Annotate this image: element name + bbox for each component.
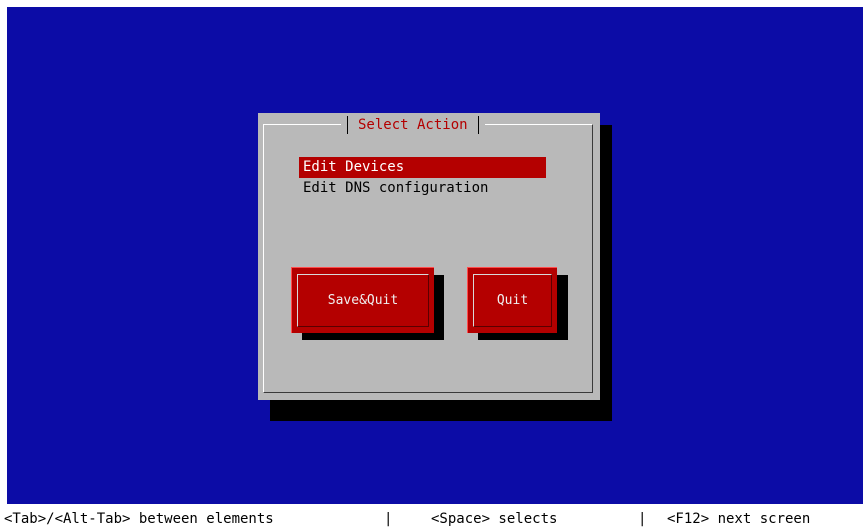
title-right-tick — [477, 116, 479, 134]
list-item-edit-devices[interactable]: Edit Devices — [299, 157, 546, 178]
status-space-hint: <Space> selects — [431, 511, 558, 527]
select-action-dialog: Select Action Edit Devices Edit DNS conf… — [258, 113, 600, 400]
list-item-edit-dns[interactable]: Edit DNS configuration — [299, 178, 546, 199]
save-quit-button-label: Save&Quit — [327, 293, 399, 308]
action-list[interactable]: Edit Devices Edit DNS configuration — [299, 157, 546, 199]
dialog-title: Select Action — [358, 117, 468, 133]
status-tab-hint: <Tab>/<Alt-Tab> between elements — [4, 511, 274, 527]
quit-button-label: Quit — [496, 293, 529, 308]
status-separator: | — [384, 511, 393, 527]
quit-button-frame: Quit — [473, 274, 552, 327]
terminal-screen: Select Action Edit Devices Edit DNS conf… — [0, 0, 863, 529]
quit-button[interactable]: Quit — [467, 267, 557, 333]
save-quit-button-frame: Save&Quit — [297, 274, 429, 327]
save-quit-button[interactable]: Save&Quit — [291, 267, 434, 333]
status-f12-hint: <F12> next screen — [667, 511, 811, 527]
dialog-title-bar: Select Action — [341, 115, 485, 135]
status-separator: | — [638, 511, 647, 527]
status-bar: <Tab>/<Alt-Tab> between elements | <Spac… — [0, 509, 863, 529]
